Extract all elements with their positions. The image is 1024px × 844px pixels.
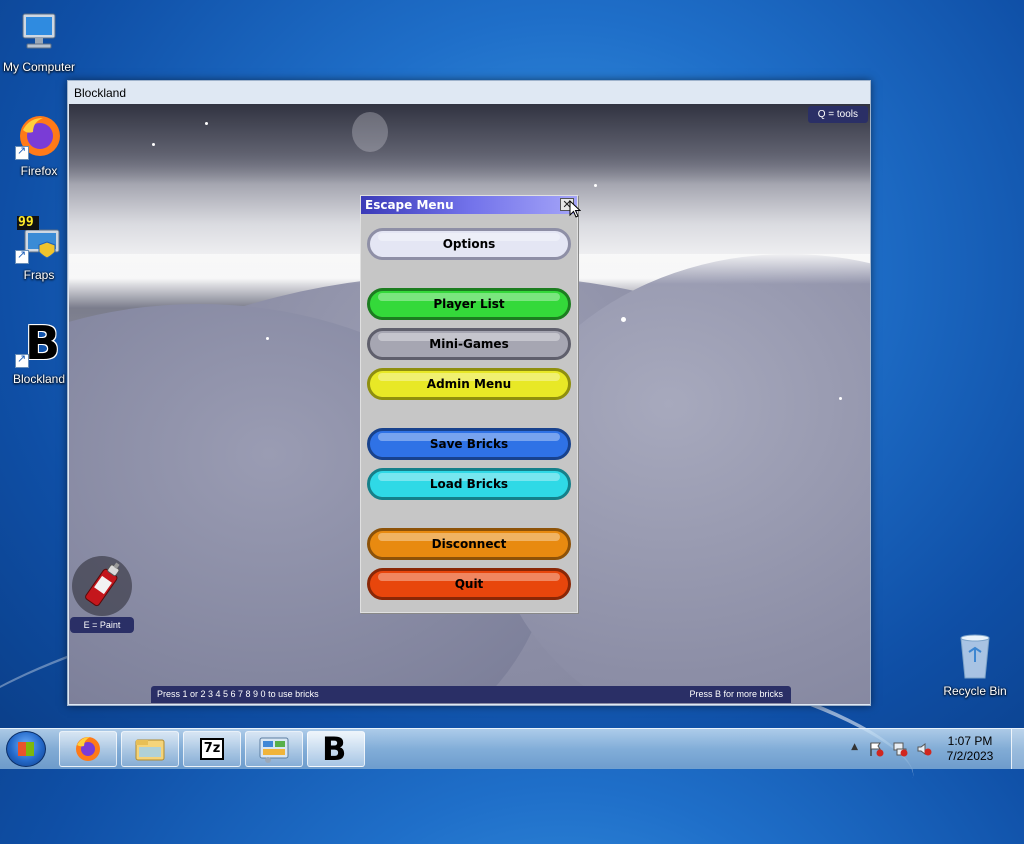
blockland-window[interactable]: Blockland Q = tools E = Paint Press 1 or… xyxy=(67,80,871,706)
taskbar-file-explorer[interactable] xyxy=(121,731,179,767)
brick-hint-left: Press 1 or 2 3 4 5 6 7 8 9 0 to use bric… xyxy=(157,689,319,699)
desktop-icon-firefox[interactable]: Firefox xyxy=(1,112,77,178)
shortcut-arrow-icon xyxy=(15,248,29,264)
brick-hint-right: Press B for more bricks xyxy=(689,689,783,699)
action-center-flag-icon[interactable] xyxy=(868,741,884,757)
taskbar-control-panel[interactable] xyxy=(245,731,303,767)
escape-menu: Escape Menu ✕ Options Player List Mini-G… xyxy=(360,195,578,613)
player-list-button[interactable]: Player List xyxy=(367,288,571,320)
shortcut-arrow-icon xyxy=(15,352,29,368)
spray-can-icon xyxy=(85,562,120,607)
network-icon[interactable] xyxy=(892,741,908,757)
desktop-icon-fraps[interactable]: 99 Fraps xyxy=(1,215,77,282)
taskbar-firefox[interactable] xyxy=(59,731,117,767)
chevron-up-icon: ▲ xyxy=(851,742,858,752)
folder-icon xyxy=(135,739,165,761)
fraps-fps-counter: 99 xyxy=(18,215,34,230)
mouse-cursor-icon xyxy=(569,200,581,218)
desktop-icon-label: Firefox xyxy=(20,164,58,178)
desktop-icon-label: Fraps xyxy=(23,268,55,282)
brick-hint-bar: Press 1 or 2 3 4 5 6 7 8 9 0 to use bric… xyxy=(151,686,791,703)
snowflake xyxy=(594,184,597,187)
sky-clouds xyxy=(69,104,870,184)
escape-menu-title: Escape Menu xyxy=(365,198,454,212)
blockland-icon: B xyxy=(15,316,63,370)
clock-date: 7/2/2023 xyxy=(946,749,994,763)
desktop-icon-blockland[interactable]: B Blockland xyxy=(1,316,77,386)
blockland-icon: B xyxy=(322,730,347,768)
desktop-icon-my-computer[interactable]: My Computer xyxy=(1,8,77,74)
tools-hint: Q = tools xyxy=(807,106,868,123)
escape-menu-titlebar[interactable]: Escape Menu ✕ xyxy=(361,196,577,214)
snowflake xyxy=(839,397,842,400)
desktop-icon-label: Blockland xyxy=(12,372,66,386)
snowflake xyxy=(621,317,626,322)
snowflake xyxy=(205,122,208,125)
save-bricks-button[interactable]: Save Bricks xyxy=(367,428,571,460)
control-panel-icon xyxy=(259,737,289,763)
quit-button[interactable]: Quit xyxy=(367,568,571,600)
disconnect-button[interactable]: Disconnect xyxy=(367,528,571,560)
snowflake xyxy=(266,337,269,340)
game-viewport[interactable]: Q = tools E = Paint Press 1 or 2 3 4 5 6… xyxy=(69,104,870,704)
7zip-icon: 7z xyxy=(200,738,224,760)
show-desktop-button[interactable] xyxy=(1011,729,1024,769)
taskbar: 7z B ▲ 1:07 PM 7/2/2023 xyxy=(0,728,1024,769)
firefox-icon xyxy=(76,737,100,761)
admin-menu-button[interactable]: Admin Menu xyxy=(367,368,571,400)
clock[interactable]: 1:07 PM 7/2/2023 xyxy=(940,734,1000,764)
load-bricks-button[interactable]: Load Bricks xyxy=(367,468,571,500)
clock-time: 1:07 PM xyxy=(947,734,993,748)
taskbar-7zip[interactable]: 7z xyxy=(183,731,241,767)
taskbar-blockland[interactable]: B xyxy=(307,730,365,768)
volume-muted-icon[interactable] xyxy=(916,741,932,757)
firefox-icon xyxy=(15,112,63,160)
paint-hint: E = Paint xyxy=(70,617,134,633)
shortcut-arrow-icon xyxy=(15,144,29,160)
paint-tool[interactable]: E = Paint xyxy=(70,556,134,636)
desktop-icon-label: Recycle Bin xyxy=(943,684,1007,698)
recycle-bin-icon xyxy=(951,632,999,680)
options-button[interactable]: Options xyxy=(367,228,571,260)
snowflake xyxy=(152,143,155,146)
moon xyxy=(352,112,388,152)
window-title: Blockland xyxy=(74,86,127,100)
desktop-icon-recycle-bin[interactable]: Recycle Bin xyxy=(937,632,1013,698)
show-hidden-icons-button[interactable]: ▲ xyxy=(851,742,858,752)
start-button[interactable] xyxy=(6,731,46,767)
computer-icon xyxy=(15,8,63,56)
desktop-icon-label: My Computer xyxy=(2,60,76,74)
fraps-icon: 99 xyxy=(15,215,63,264)
blockland-logo-glyph: B xyxy=(25,316,61,370)
mini-games-button[interactable]: Mini-Games xyxy=(367,328,571,360)
